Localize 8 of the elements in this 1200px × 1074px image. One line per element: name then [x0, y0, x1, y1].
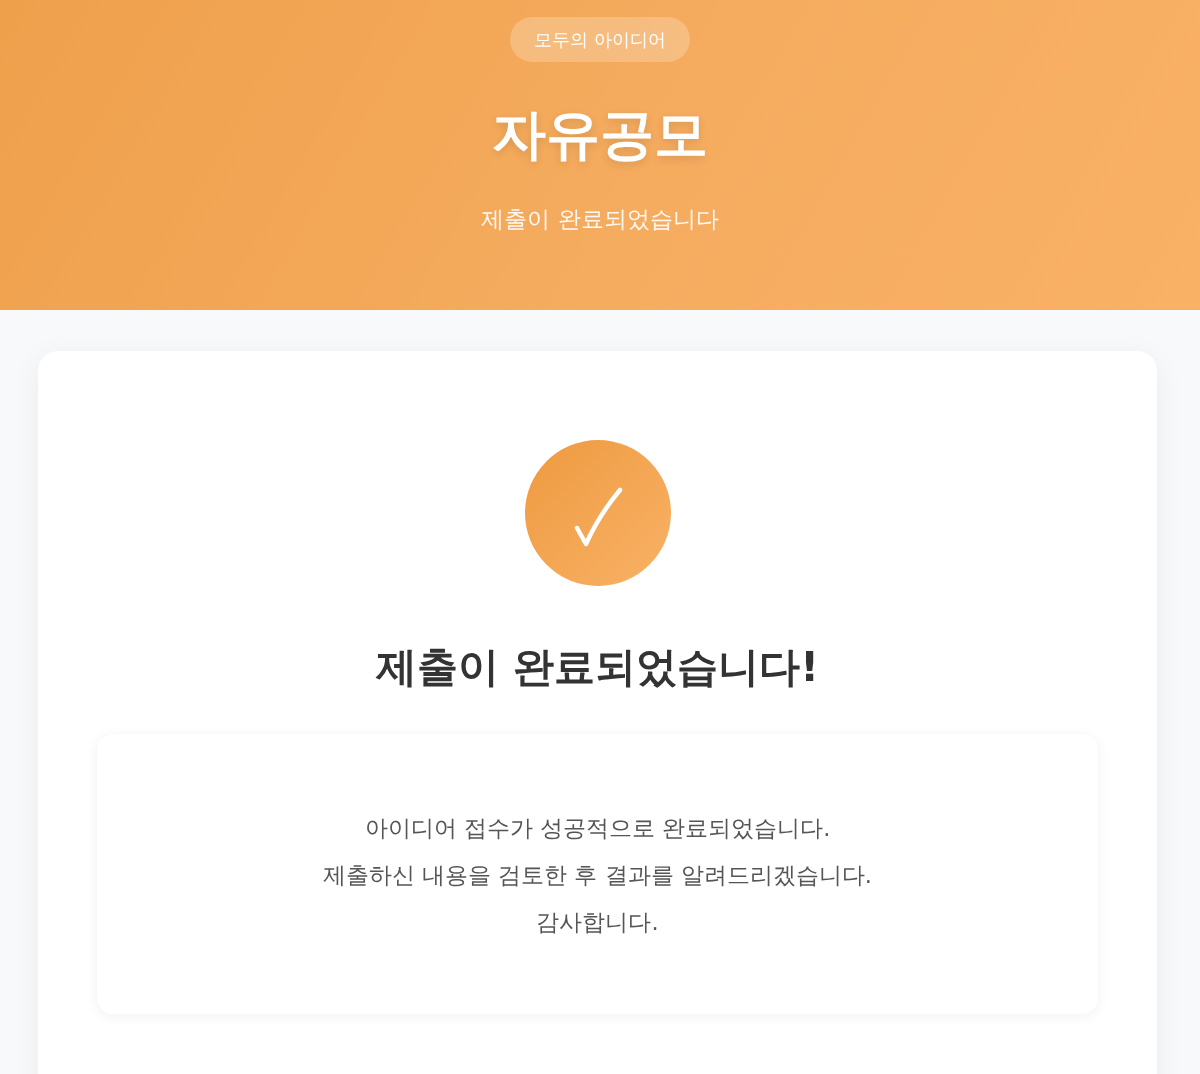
page-subtitle: 제출이 완료되었습니다: [481, 206, 719, 234]
category-badge: 모두의 아이디어: [510, 17, 690, 62]
page-title: 자유공모: [492, 105, 708, 165]
check-icon: [524, 440, 671, 586]
message-text: 제출하신 내용을 검토한 후 결과를 알려드리겠습니다.: [323, 861, 872, 891]
message-text: 아이디어 접수가 성공적으로 완료되었습니다.: [364, 814, 831, 844]
success-heading: 제출이 완료되었습니다!: [376, 643, 819, 693]
message-text: 감사합니다.: [536, 908, 659, 938]
